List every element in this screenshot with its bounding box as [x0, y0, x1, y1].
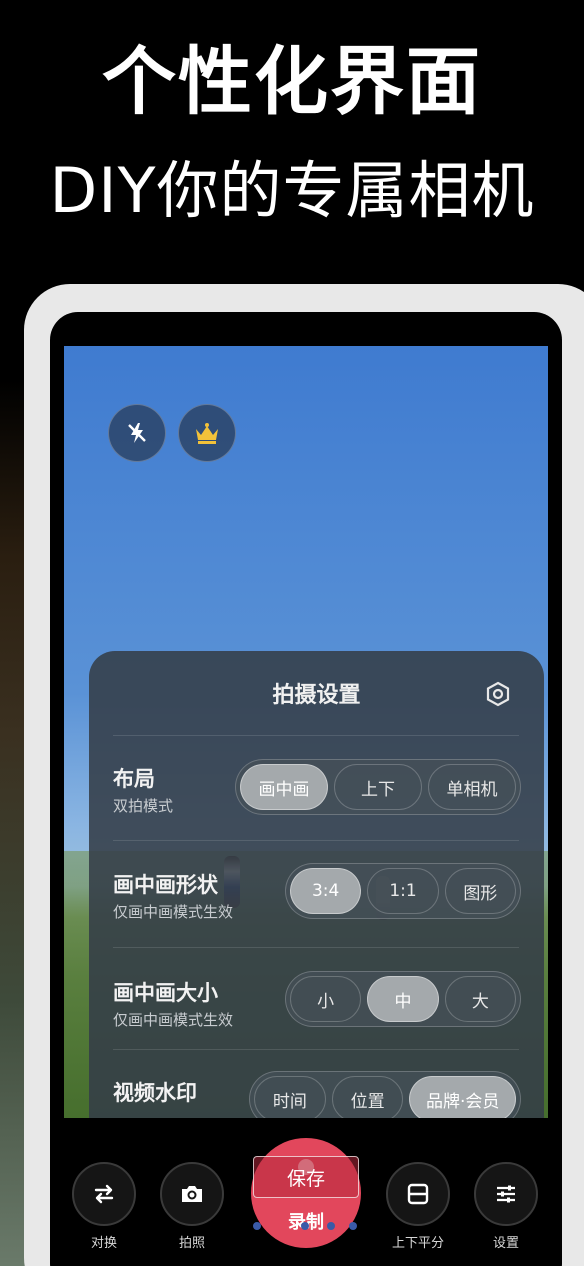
switch-camera-button[interactable] [72, 1162, 136, 1226]
crown-icon [196, 423, 218, 444]
layout-label: 布局 [113, 767, 155, 791]
flash-off-icon [128, 423, 146, 443]
split-screen-icon [407, 1183, 429, 1205]
divider [113, 735, 519, 736]
pip-shape-label: 画中画形状 [113, 873, 218, 897]
vip-crown-button[interactable] [178, 404, 236, 462]
shooting-settings-panel: 拍摄设置 布局 双拍模式 画中画 上下 单相机 画中画形状 仅画中画模式生效 3… [89, 651, 544, 1118]
switch-label: 对换 [90, 1236, 117, 1251]
pip-shape-segmented-control: 3:4 1:1 图形 [285, 863, 521, 919]
pip-shape-option-1-1[interactable]: 1:1 [367, 868, 439, 914]
pip-size-option-large[interactable]: 大 [444, 976, 516, 1022]
pip-shape-option-3-4[interactable]: 3:4 [290, 868, 362, 914]
layout-sublabel: 双拍模式 [113, 797, 174, 815]
promo-headline: 个性化界面 [102, 39, 482, 125]
photo-button[interactable] [160, 1162, 224, 1226]
divider [113, 1049, 519, 1050]
layout-option-single[interactable]: 单相机 [428, 764, 516, 810]
divider [113, 947, 519, 948]
pip-size-label: 画中画大小 [113, 981, 218, 1005]
pip-size-option-small[interactable]: 小 [290, 976, 362, 1022]
watermark-label: 视频水印 [113, 1081, 197, 1105]
split-layout-button[interactable] [386, 1162, 450, 1226]
pip-shape-sublabel: 仅画中画模式生效 [113, 903, 234, 921]
pip-size-option-medium[interactable]: 中 [367, 976, 439, 1022]
page-dot [253, 1222, 261, 1230]
page-dot [327, 1222, 335, 1230]
phone-screen: 拍摄设置 布局 双拍模式 画中画 上下 单相机 画中画形状 仅画中画模式生效 3… [50, 312, 562, 1266]
record-label: 录制 [251, 1208, 361, 1234]
panel-title: 拍摄设置 [272, 683, 361, 708]
pip-size-segmented-control: 小 中 大 [285, 971, 521, 1027]
layout-option-pip[interactable]: 画中画 [240, 764, 328, 810]
watermark-option-time[interactable]: 时间 [254, 1076, 326, 1118]
watermark-option-location[interactable]: 位置 [331, 1076, 404, 1118]
pip-shape-option-shape[interactable]: 图形 [444, 868, 516, 914]
settings-label: 设置 [492, 1236, 519, 1251]
layout-segmented-control: 画中画 上下 单相机 [235, 759, 521, 815]
pip-size-sublabel: 仅画中画模式生效 [113, 1011, 234, 1029]
layout-option-top-bottom[interactable]: 上下 [334, 764, 422, 810]
save-tooltip[interactable]: 保存 [253, 1156, 359, 1198]
camera-viewfinder[interactable]: 拍摄设置 布局 双拍模式 画中画 上下 单相机 画中画形状 仅画中画模式生效 3… [64, 346, 548, 1118]
sliders-icon [497, 1185, 515, 1203]
watermark-option-brand[interactable]: 品牌·会员 [409, 1076, 517, 1118]
watermark-segmented-control: 时间 位置 品牌·会员 [249, 1071, 521, 1118]
hexagon-gear-icon[interactable] [485, 681, 511, 707]
flash-button[interactable] [108, 404, 166, 462]
divider [113, 840, 519, 841]
camera-icon [182, 1186, 202, 1202]
photo-label: 拍照 [178, 1236, 205, 1251]
promo-subhead: DIY你的专属相机 [49, 154, 535, 227]
page-dot [301, 1222, 309, 1230]
split-label: 上下平分 [391, 1236, 444, 1251]
settings-button[interactable] [474, 1162, 538, 1226]
page-dot [349, 1222, 357, 1230]
swap-arrows-icon [94, 1184, 114, 1204]
